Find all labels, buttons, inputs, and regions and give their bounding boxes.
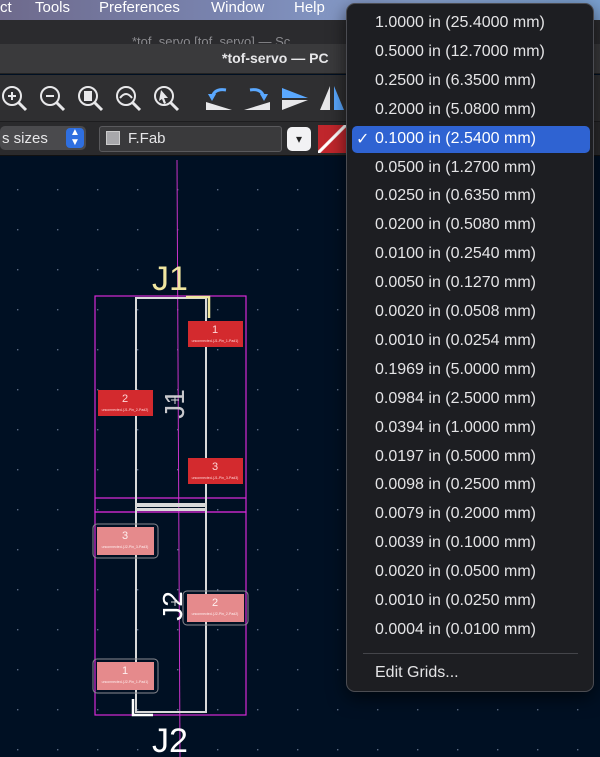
window-title: *tof-servo — PC — [222, 50, 329, 66]
flip-horizontal-icon[interactable] — [280, 82, 310, 114]
grid-size-option[interactable]: 0.0004 in (0.0100 mm) — [352, 617, 590, 644]
j2-value-label: J2 — [157, 591, 188, 621]
grid-size-option-label: 0.0197 in (0.5000 mm) — [375, 447, 536, 465]
grid-size-option[interactable]: 0.0197 in (0.5000 mm) — [352, 444, 590, 471]
grid-size-option-label: 0.0010 in (0.0254 mm) — [375, 331, 536, 349]
j1-pad-3-number: 3 — [212, 461, 218, 473]
zoom-fit-icon[interactable] — [76, 82, 106, 114]
j1-pad-2-number: 2 — [122, 393, 128, 405]
mirror-icon[interactable] — [318, 82, 348, 114]
j2-pad-2-number: 2 — [212, 597, 218, 609]
grid-size-option-label: 0.5000 in (12.7000 mm) — [375, 42, 545, 60]
grid-size-option-label: 0.1969 in (5.0000 mm) — [375, 360, 536, 378]
grid-size-option[interactable]: 0.0098 in (0.2500 mm) — [352, 472, 590, 499]
grid-size-option-label: 0.0050 in (0.1270 mm) — [375, 274, 536, 292]
grid-size-option-label: 0.0079 in (0.2000 mm) — [375, 505, 536, 523]
j2-pad-3-net: unconnected-(J2-Pin_3-Pad3) — [102, 545, 149, 549]
j1-pad-1-number: 1 — [212, 324, 218, 336]
grid-size-option[interactable]: 0.0010 in (0.0254 mm) — [352, 328, 590, 355]
track-sizes-label: s sizes — [2, 130, 48, 147]
layer-color-swatch — [106, 131, 120, 145]
grid-size-option[interactable]: 0.2000 in (5.0800 mm) — [352, 97, 590, 124]
grid-size-option[interactable]: 0.0100 in (0.2540 mm) — [352, 241, 590, 268]
grid-size-option-label: 0.0010 in (0.0250 mm) — [375, 592, 536, 609]
grid-size-option[interactable]: 0.0984 in (2.5000 mm) — [352, 386, 590, 413]
grid-size-option-label: 0.0020 in (0.0508 mm) — [375, 303, 536, 320]
grid-size-option-label: 1.0000 in (25.4000 mm) — [375, 14, 545, 31]
j2-reference-label[interactable]: J2 — [152, 722, 188, 757]
track-sizes-stepper[interactable]: ▲ ▼ — [66, 128, 84, 148]
grid-size-option[interactable]: 0.0079 in (0.2000 mm) — [352, 501, 590, 528]
grid-size-option[interactable]: 0.0050 in (0.1270 mm) — [352, 270, 590, 297]
j1-pad-3-net: unconnected-(J1-Pin_3-Pad3) — [192, 476, 239, 480]
j2-pad-1-number: 1 — [122, 665, 128, 677]
grid-size-option-label: 0.2000 in (5.0800 mm) — [375, 100, 536, 118]
grid-size-option-label: 0.0500 in (1.2700 mm) — [375, 158, 536, 176]
grid-size-option[interactable]: 0.0039 in (0.1000 mm) — [352, 530, 590, 557]
j1-pad-2-net: unconnected-(J1-Pin_2-Pad2) — [102, 408, 149, 412]
j2-pad-1-net: unconnected-(J2-Pin_1-Pad1) — [102, 680, 149, 684]
grid-size-option-label: 0.0100 in (0.2540 mm) — [375, 245, 536, 263]
menu-project[interactable]: ct — [0, 0, 12, 16]
menu-window[interactable]: Window — [211, 0, 264, 16]
grid-size-option[interactable]: 0.2500 in (6.3500 mm) — [352, 68, 590, 95]
j2-pad-2-net: unconnected-(J2-Pin_2-Pad2) — [192, 612, 239, 616]
grid-size-option[interactable]: 0.0200 in (0.5080 mm) — [352, 212, 590, 239]
grid-size-option[interactable]: 0.0020 in (0.0508 mm) — [352, 299, 590, 326]
edit-grids-menu-item[interactable]: Edit Grids... — [352, 660, 590, 687]
grid-size-option[interactable]: 0.5000 in (12.7000 mm) — [352, 39, 590, 66]
grid-size-option[interactable]: 1.0000 in (25.4000 mm) — [352, 10, 590, 37]
high-contrast-toggle[interactable] — [318, 125, 346, 153]
layer-dropdown-button[interactable]: ▾ — [287, 127, 311, 151]
menu-separator — [363, 653, 578, 654]
grid-size-option[interactable]: 0.0394 in (1.0000 mm) — [352, 415, 590, 442]
grid-size-option[interactable]: 0.0250 in (0.6350 mm) — [352, 183, 590, 210]
grid-size-option-label: 0.0039 in (0.1000 mm) — [375, 534, 536, 552]
grid-size-option-label: 0.0004 in (0.0100 mm) — [375, 620, 536, 638]
checkmark-icon: ✓ — [356, 130, 370, 148]
grid-size-option-label: 0.0020 in (0.0500 mm) — [375, 563, 536, 581]
menu-tools[interactable]: Tools — [35, 0, 70, 16]
grid-size-option-label: 0.0250 in (0.6350 mm) — [375, 187, 536, 205]
menu-help[interactable]: Help — [294, 0, 325, 16]
grid-size-option-label: 0.0984 in (2.5000 mm) — [375, 389, 536, 407]
layer-select[interactable] — [99, 126, 282, 152]
j1-pad-1-net: unconnected-(J1-Pin_1-Pad1) — [192, 339, 239, 343]
grid-size-option[interactable]: 0.0020 in (0.0500 mm) — [352, 559, 590, 586]
zoom-objects-icon[interactable] — [114, 82, 144, 114]
menu-preferences[interactable]: Preferences — [99, 0, 180, 16]
edit-grids-label: Edit Grids... — [375, 664, 459, 681]
rotate-ccw-icon[interactable] — [204, 82, 234, 114]
grid-size-option-label: 0.0200 in (0.5080 mm) — [375, 216, 536, 234]
zoom-out-icon[interactable] — [38, 82, 68, 114]
layer-label: F.Fab — [128, 130, 166, 147]
grid-size-option[interactable]: ✓ 0.1000 in (2.5400 mm) — [352, 125, 590, 153]
zoom-selection-icon[interactable] — [152, 82, 182, 114]
grid-size-menu: 1.0000 in (25.4000 mm) 0.5000 in (12.7000… — [346, 3, 594, 692]
grid-size-option[interactable]: 0.0500 in (1.2700 mm) — [352, 155, 590, 182]
grid-size-option-label: 0.1000 in (2.5400 mm) — [375, 129, 536, 147]
zoom-in-icon[interactable] — [0, 82, 30, 114]
grid-size-option-label: 0.0098 in (0.2500 mm) — [375, 476, 536, 494]
grid-size-option[interactable]: 0.0010 in (0.0250 mm) — [352, 588, 590, 615]
grid-size-option[interactable]: 0.1969 in (5.0000 mm) — [352, 357, 590, 384]
j1-reference-label[interactable]: J1 — [152, 260, 188, 298]
j2-pad-3-number: 3 — [122, 530, 128, 542]
grid-size-option-label: 0.2500 in (6.3500 mm) — [375, 71, 536, 89]
grid-size-option-label: 0.0394 in (1.0000 mm) — [375, 418, 536, 436]
rotate-cw-icon[interactable] — [242, 82, 272, 114]
